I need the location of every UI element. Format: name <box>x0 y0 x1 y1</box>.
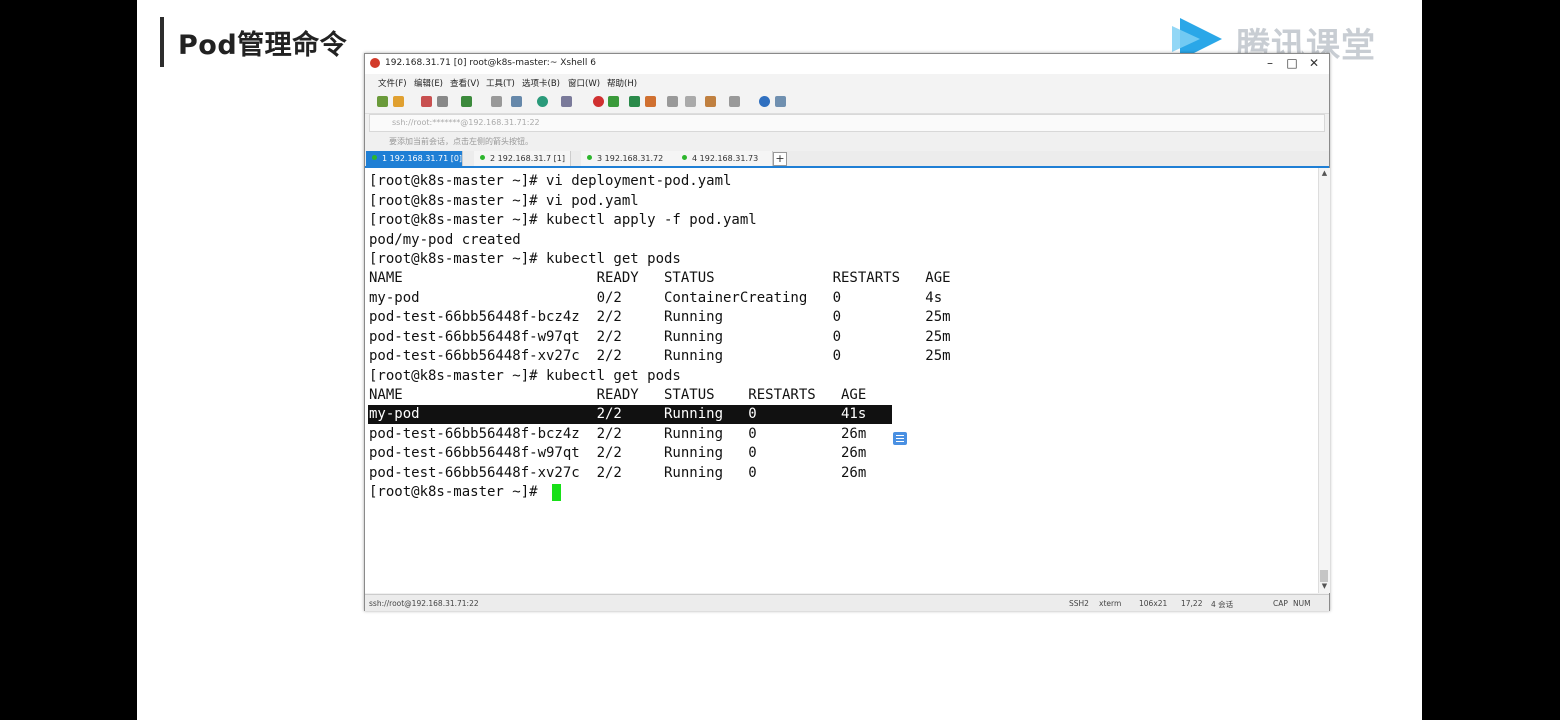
menu-view[interactable]: 查看(V) <box>450 77 479 89</box>
properties-icon[interactable] <box>461 96 472 107</box>
session-tabs: 1 192.168.31.71 [0] 2 192.168.31.7 [1] 3… <box>365 151 1329 168</box>
terminal-line: pod-test-66bb56448f-xv27c 2/2 Running 0 … <box>369 348 951 364</box>
terminal-line: [root@k8s-master ~]# kubectl get pods <box>369 368 681 384</box>
status-num: NUM <box>1293 599 1311 608</box>
globe-icon[interactable] <box>537 96 548 107</box>
find-icon[interactable] <box>491 96 502 107</box>
terminal-line: NAME READY STATUS RESTARTS AGE <box>369 387 867 403</box>
menu-tab[interactable]: 选项卡(B) <box>522 77 560 89</box>
help-icon[interactable] <box>759 96 770 107</box>
window-titlebar: 192.168.31.71 [0] root@k8s-master:~ Xshe… <box>365 54 1329 74</box>
address-bar[interactable]: ssh://root:*******@192.168.31.71:22 <box>369 114 1325 132</box>
menu-bar: 文件(F) 编辑(E) 查看(V) 工具(T) 选项卡(B) 窗口(W) 帮助(… <box>365 74 1329 91</box>
compose-icon[interactable] <box>705 96 716 107</box>
layout-icon[interactable] <box>511 96 522 107</box>
open-folder-icon[interactable] <box>393 96 404 107</box>
terminal-line: NAME READY STATUS RESTARTS AGE <box>369 270 951 286</box>
window-layout-icon[interactable] <box>729 96 740 107</box>
reconnect-icon[interactable] <box>437 96 448 107</box>
xmanager-icon[interactable] <box>608 96 619 107</box>
address-text: ssh://root:*******@192.168.31.71:22 <box>392 118 540 127</box>
menu-tools[interactable]: 工具(T) <box>486 77 515 89</box>
status-cursor-pos: 17,22 <box>1181 599 1203 608</box>
tab-session-4[interactable]: 4 192.168.31.73 <box>676 151 773 166</box>
terminal-line: [root@k8s-master ~]# vi pod.yaml <box>369 193 639 209</box>
status-bar: ssh://root@192.168.31.71:22 SSH2 xterm 1… <box>365 594 1329 611</box>
menu-edit[interactable]: 编辑(E) <box>414 77 443 89</box>
status-dot-icon <box>480 155 485 160</box>
tab-session-2[interactable]: 2 192.168.31.7 [1] <box>474 151 571 166</box>
chat-icon[interactable] <box>775 96 786 107</box>
session-hint-bar: 要添加当前会话，点击左侧的箭头按钮。 <box>365 132 1329 150</box>
tab-session-1[interactable]: 1 192.168.31.71 [0] <box>366 151 463 166</box>
scroll-thumb[interactable] <box>1320 570 1328 582</box>
status-size: 106x21 <box>1139 599 1168 608</box>
scroll-up-icon[interactable]: ▲ <box>1320 169 1329 178</box>
xshell-app-icon <box>370 58 380 68</box>
maximize-button[interactable]: □ <box>1281 56 1303 71</box>
terminal-line-selected: my-pod 2/2 Running 0 41s <box>369 406 867 422</box>
terminal-line: [root@k8s-master ~]# vi deployment-pod.y… <box>369 173 732 189</box>
title-accent-bar <box>160 17 164 67</box>
terminal-line: pod-test-66bb56448f-xv27c 2/2 Running 0 … <box>369 465 867 481</box>
add-tab-button[interactable]: + <box>773 152 787 166</box>
terminal-prompt: [root@k8s-master ~]# <box>369 484 547 500</box>
terminal-line: my-pod 0/2 ContainerCreating 0 4s <box>369 290 943 306</box>
status-connection: ssh://root@192.168.31.71:22 <box>369 599 479 608</box>
transfer-icon[interactable] <box>629 96 640 107</box>
terminal-cursor <box>552 484 561 501</box>
disconnect-icon[interactable] <box>421 96 432 107</box>
xftp-icon[interactable] <box>593 96 604 107</box>
status-sessions: 4 会话 <box>1211 600 1234 609</box>
toolbar <box>365 91 1329 114</box>
tab-session-3[interactable]: 3 192.168.31.72 <box>581 151 678 166</box>
terminal-line: pod-test-66bb56448f-bcz4z 2/2 Running 0 … <box>369 426 867 442</box>
status-dot-icon <box>587 155 592 160</box>
terminal-line: [root@k8s-master ~]# kubectl get pods <box>369 251 681 267</box>
terminal-line: pod-test-66bb56448f-w97qt 2/2 Running 0 … <box>369 329 951 345</box>
status-dot-icon <box>372 155 377 160</box>
terminal-line: pod/my-pod created <box>369 232 521 248</box>
terminal-line: [root@k8s-master ~]# kubectl apply -f po… <box>369 212 757 228</box>
status-protocol: SSH2 <box>1069 599 1089 608</box>
status-term-type: xterm <box>1099 599 1122 608</box>
lock-icon[interactable] <box>645 96 656 107</box>
annotation-note-icon[interactable] <box>893 432 907 445</box>
menu-file[interactable]: 文件(F) <box>378 77 407 89</box>
scroll-down-icon[interactable]: ▼ <box>1320 582 1329 591</box>
terminal-line: pod-test-66bb56448f-bcz4z 2/2 Running 0 … <box>369 309 951 325</box>
status-cap: CAP <box>1273 599 1288 608</box>
session-hint-text: 要添加当前会话，点击左侧的箭头按钮。 <box>389 137 533 146</box>
script-icon[interactable] <box>685 96 696 107</box>
slide-title: Pod管理命令 <box>178 30 348 61</box>
terminal-scrollbar[interactable]: ▲ ▼ <box>1318 168 1330 593</box>
new-session-icon[interactable] <box>377 96 388 107</box>
status-dot-icon <box>682 155 687 160</box>
terminal-area[interactable]: [root@k8s-master ~]# vi deployment-pod.y… <box>365 168 1318 593</box>
menu-help[interactable]: 帮助(H) <box>607 77 637 89</box>
font-icon[interactable] <box>561 96 572 107</box>
xshell-window: 192.168.31.71 [0] root@k8s-master:~ Xshe… <box>364 53 1330 611</box>
terminal-line: pod-test-66bb56448f-w97qt 2/2 Running 0 … <box>369 445 867 461</box>
menu-window[interactable]: 窗口(W) <box>568 77 600 89</box>
keyboard-icon[interactable] <box>667 96 678 107</box>
window-title: 192.168.31.71 [0] root@k8s-master:~ Xshe… <box>385 58 596 68</box>
close-button[interactable]: ✕ <box>1303 56 1325 71</box>
minimize-button[interactable]: – <box>1259 56 1281 71</box>
